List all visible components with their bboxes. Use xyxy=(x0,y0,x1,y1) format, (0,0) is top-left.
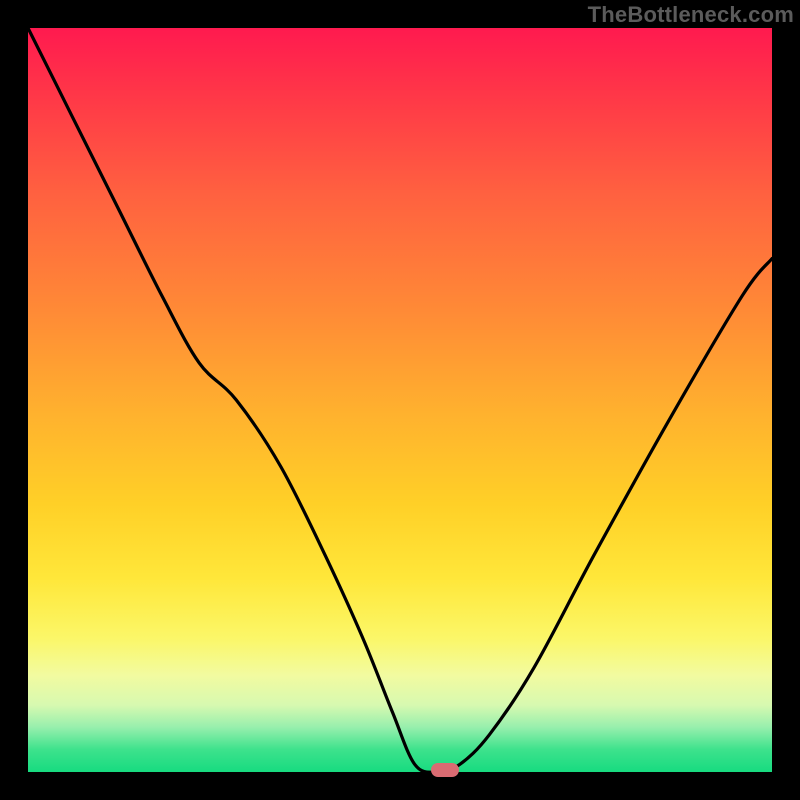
optimal-marker xyxy=(431,763,459,777)
curve-path xyxy=(28,28,772,772)
watermark-text: TheBottleneck.com xyxy=(588,2,794,28)
bottleneck-curve xyxy=(28,28,772,772)
chart-frame: TheBottleneck.com xyxy=(0,0,800,800)
